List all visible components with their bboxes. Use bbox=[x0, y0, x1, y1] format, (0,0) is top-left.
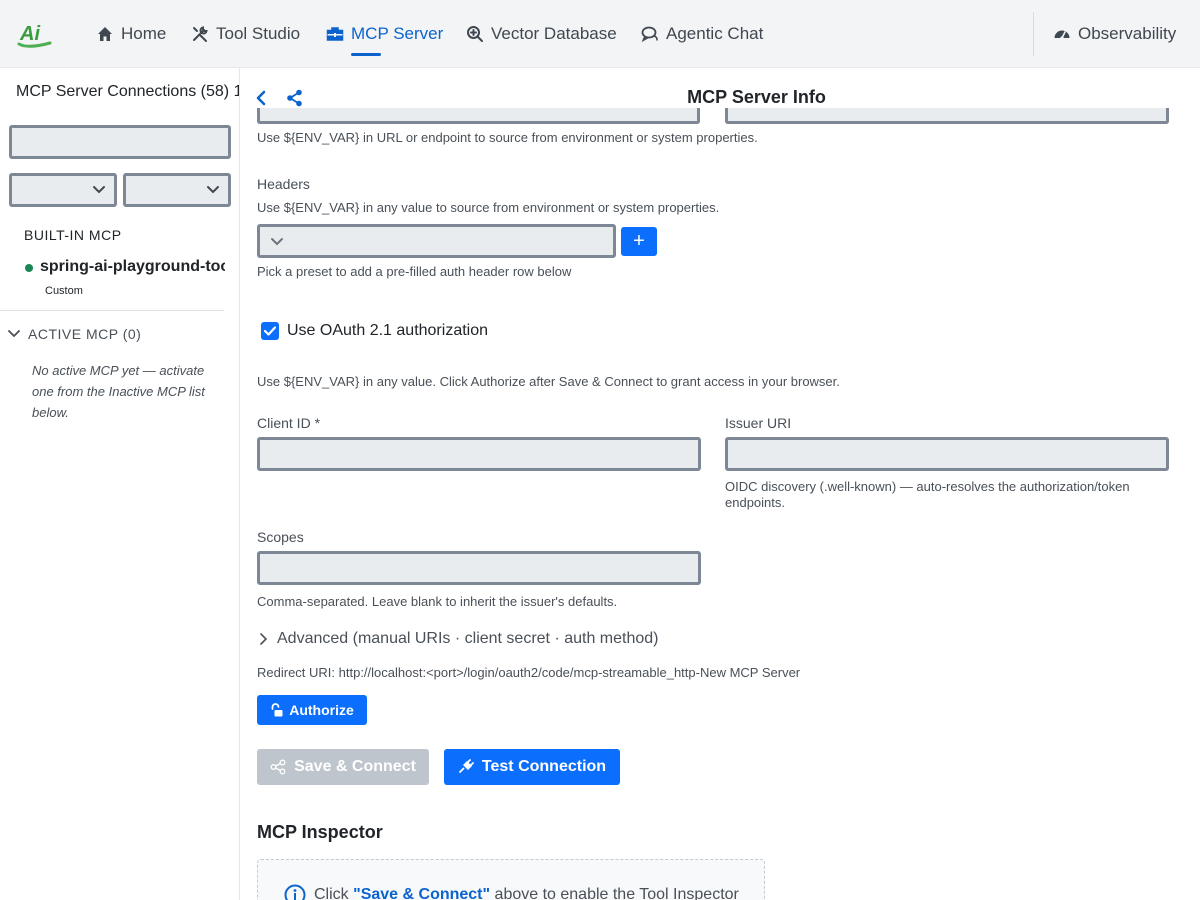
inspector-hint: Click "Save & Connect" above to enable t… bbox=[284, 884, 739, 900]
checkmark-icon bbox=[264, 326, 276, 336]
sidebar-search-input[interactable] bbox=[9, 125, 231, 159]
nav-mcp-server[interactable]: MCP Server bbox=[326, 22, 443, 46]
chevron-right-icon bbox=[260, 633, 267, 645]
scopes-label: Scopes bbox=[257, 529, 304, 545]
gauge-icon bbox=[1054, 30, 1070, 40]
scopes-hint: Comma-separated. Leave blank to inherit … bbox=[257, 594, 618, 609]
authorize-button[interactable]: Authorize bbox=[257, 695, 367, 725]
client-id-input[interactable] bbox=[257, 437, 701, 471]
oauth-checkbox[interactable] bbox=[261, 322, 279, 340]
header-preset-select[interactable] bbox=[257, 224, 616, 258]
save-connect-button[interactable]: Save & Connect bbox=[257, 749, 429, 785]
sidebar-filter-select-2[interactable] bbox=[123, 173, 231, 207]
sidebar-divider bbox=[0, 310, 224, 311]
chevron-down-icon bbox=[8, 330, 20, 338]
chat-icon bbox=[641, 26, 658, 43]
active-mcp-heading: ACTIVE MCP (0) bbox=[28, 326, 142, 342]
info-circle-icon bbox=[284, 884, 306, 900]
builtin-mcp-heading: BUILT-IN MCP bbox=[24, 227, 122, 243]
active-mcp-toggle[interactable]: ACTIVE MCP (0) bbox=[8, 326, 141, 342]
chevron-down-icon bbox=[93, 186, 105, 194]
client-id-label: Client ID * bbox=[257, 415, 321, 431]
nav-agentic-chat-label: Agentic Chat bbox=[666, 24, 764, 43]
inspector-placeholder: Click "Save & Connect" above to enable t… bbox=[257, 859, 765, 900]
panel-title: MCP Server Info bbox=[687, 87, 826, 107]
nav-mcp-server-label: MCP Server bbox=[351, 24, 444, 43]
issuer-uri-input[interactable] bbox=[725, 437, 1169, 471]
share-nodes-icon bbox=[270, 759, 286, 775]
unlock-icon bbox=[271, 703, 283, 717]
chevron-down-icon bbox=[207, 186, 219, 194]
inspector-title: MCP Inspector bbox=[257, 822, 383, 842]
nav-divider bbox=[1033, 12, 1034, 56]
active-mcp-empty-text: No active MCP yet — activate one from th… bbox=[32, 363, 205, 420]
inspector-hint-prefix: Click bbox=[314, 886, 354, 900]
issuer-uri-label: Issuer URI bbox=[725, 415, 792, 431]
search-plus-icon bbox=[467, 26, 483, 42]
issuer-hint-line-2: endpoints. bbox=[725, 495, 785, 510]
nav-tool-studio-label: Tool Studio bbox=[216, 24, 301, 43]
nav-observability-label: Observability bbox=[1078, 24, 1177, 43]
oauth-checkbox-label[interactable]: Use OAuth 2.1 authorization bbox=[287, 322, 488, 340]
tools-icon bbox=[193, 26, 208, 42]
sidebar: MCP Server Connections (58) 1 BUILT-IN M… bbox=[0, 68, 240, 900]
nav-tool-studio[interactable]: Tool Studio bbox=[191, 22, 300, 46]
advanced-label: Advanced (manual URIs · client secret · … bbox=[277, 630, 659, 647]
url-input[interactable] bbox=[257, 108, 700, 124]
plug-icon bbox=[459, 759, 474, 773]
scopes-input[interactable] bbox=[257, 551, 701, 585]
issuer-hint-line-1: OIDC discovery (.well-known) — auto-reso… bbox=[725, 479, 1130, 494]
test-connection-button[interactable]: Test Connection bbox=[444, 749, 620, 785]
endpoint-input[interactable] bbox=[725, 108, 1169, 124]
advanced-toggle[interactable]: Advanced (manual URIs · client secret · … bbox=[259, 630, 659, 648]
add-header-button[interactable]: + bbox=[621, 227, 657, 256]
home-icon bbox=[98, 27, 112, 41]
inspector-hint-suffix: above to enable the Tool Inspector bbox=[490, 886, 739, 900]
redirect-uri-text: Redirect URI: http://localhost:<port>/lo… bbox=[257, 665, 801, 680]
server-info-panel: MCP Server Info Use ${ENV_VAR} in URL or… bbox=[241, 68, 1200, 900]
chevron-down-icon bbox=[271, 238, 283, 246]
headers-hint: Use ${ENV_VAR} in any value to source fr… bbox=[257, 200, 720, 215]
nav-vector-database[interactable]: Vector Database bbox=[466, 22, 617, 46]
nav-home-label: Home bbox=[121, 24, 167, 43]
nav-agentic-chat[interactable]: Agentic Chat bbox=[641, 22, 763, 46]
nav-observability[interactable]: Observability bbox=[1053, 22, 1176, 46]
builtin-server-name[interactable]: spring-ai-playground-tool-mcp bbox=[40, 258, 225, 276]
env-var-url-hint: Use ${ENV_VAR} in URL or endpoint to sou… bbox=[257, 130, 758, 145]
inspector-hint-link[interactable]: "Save & Connect" bbox=[353, 886, 490, 900]
test-connection-label: Test Connection bbox=[481, 758, 607, 775]
top-navigation: Ai Home Tool Studio MCP Server Vector Da… bbox=[0, 0, 1200, 68]
builtin-server-type: Custom bbox=[45, 285, 83, 297]
toolbox-icon bbox=[326, 27, 344, 41]
app-logo[interactable]: Ai bbox=[16, 18, 54, 50]
authorize-label: Authorize bbox=[289, 702, 354, 718]
save-connect-label: Save & Connect bbox=[294, 758, 416, 775]
active-tab-indicator bbox=[351, 53, 381, 56]
nav-home[interactable]: Home bbox=[96, 22, 166, 46]
oauth-hint: Use ${ENV_VAR} in any value. Click Autho… bbox=[257, 374, 840, 389]
sidebar-title: MCP Server Connections (58) 1 bbox=[16, 83, 240, 100]
headers-label: Headers bbox=[257, 176, 310, 192]
nav-vector-database-label: Vector Database bbox=[491, 24, 617, 43]
sidebar-filter-select-1[interactable] bbox=[9, 173, 117, 207]
status-online-dot bbox=[25, 264, 33, 272]
svg-text:Ai: Ai bbox=[19, 23, 40, 45]
header-preset-hint: Pick a preset to add a pre-filled auth h… bbox=[257, 264, 572, 279]
